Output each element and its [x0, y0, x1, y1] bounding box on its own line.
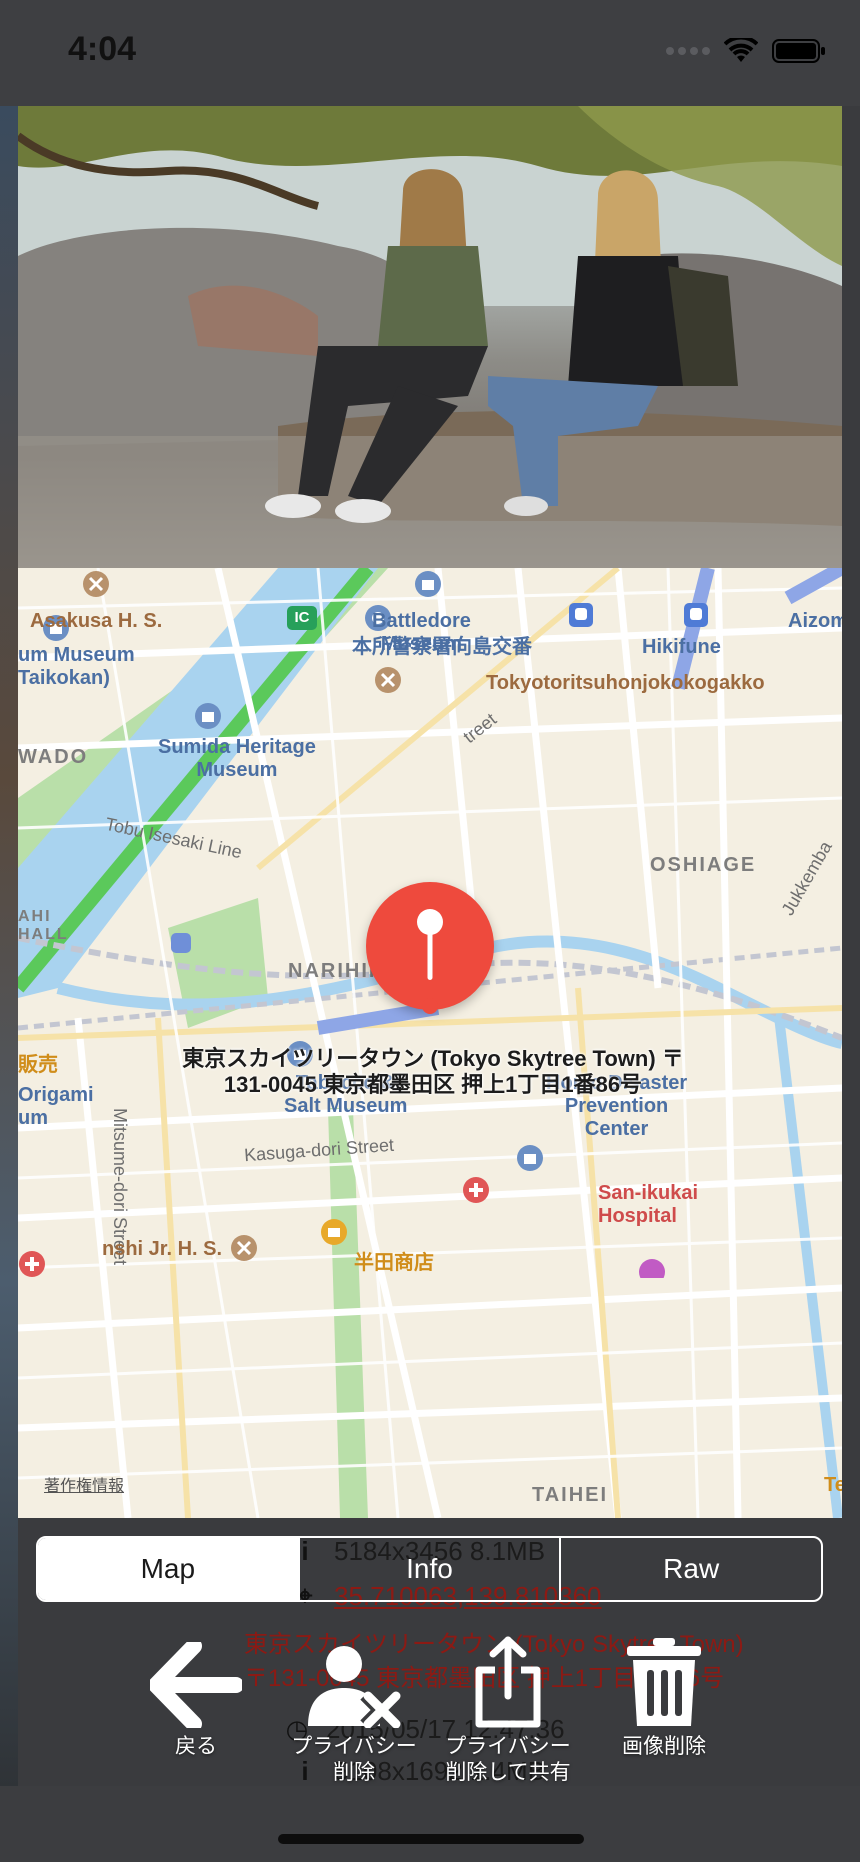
map-label-sanikukai: San-ikukai Hospital — [598, 1182, 699, 1227]
map-label-taihei: TAIHEI — [532, 1484, 609, 1506]
map-label-police: 本所警察署向島交番 — [352, 636, 532, 658]
privacy-share-label: プライバシー 削除して共有 — [445, 1735, 571, 1785]
tab-map[interactable]: Map — [38, 1538, 298, 1600]
privacy-share-button[interactable]: プライバシー 削除して共有 — [438, 1634, 578, 1787]
share-icon — [475, 1636, 541, 1728]
tab-raw[interactable]: Raw — [559, 1538, 821, 1600]
museum-marker-icon — [517, 1145, 543, 1171]
location-pin-tail — [422, 998, 438, 1014]
delete-image-label: 画像削除 — [622, 1735, 706, 1758]
map-label-handa: 半田商店 — [354, 1252, 434, 1274]
map-label-school: Tokyotoritsuhonjokokogakko — [486, 672, 765, 694]
photo-preview — [18, 106, 842, 568]
museum-marker-icon — [415, 571, 441, 597]
school-marker-icon — [375, 667, 401, 693]
back-button[interactable]: 戻る — [126, 1634, 266, 1760]
battery-icon — [772, 39, 825, 63]
trash-icon — [627, 1638, 701, 1726]
photo-image — [18, 106, 842, 568]
school-marker-icon — [83, 571, 109, 597]
home-indicator-area — [0, 1786, 860, 1862]
map-label-oshiage: OSHIAGE — [650, 854, 757, 876]
shop-marker-icon — [321, 1219, 347, 1245]
station-marker-icon — [569, 603, 593, 627]
privacy-delete-button[interactable]: プライバシー 削除 — [284, 1634, 424, 1787]
station-marker-icon — [171, 933, 191, 953]
map-base — [18, 568, 842, 1518]
map-label-kinshi: nshi Jr. H. S. — [102, 1238, 223, 1260]
home-indicator[interactable] — [278, 1834, 584, 1844]
map-label-te: Te — [824, 1474, 842, 1496]
background-thumbnails — [0, 106, 18, 1786]
privacy-delete-label: プライバシー 削除 — [291, 1735, 417, 1785]
map-label-origami: Origami um — [18, 1084, 94, 1129]
poi-marker-icon — [639, 1259, 665, 1278]
ic-highway-marker: IC — [287, 606, 317, 630]
status-time: 4:04 — [68, 30, 137, 68]
map-label-taikokan: um Museum Taikokan) — [18, 644, 135, 689]
map-label-asakusa: Asakusa H. S. — [30, 610, 163, 632]
cellular-signal-icon — [666, 47, 710, 55]
back-label: 戻る — [175, 1735, 217, 1758]
hospital-marker-icon — [463, 1177, 489, 1203]
view-mode-segmented-control[interactable]: Map Info Raw — [36, 1536, 823, 1602]
map-view[interactable]: IC Asakusa H. S. Battledore Museum Hikif… — [18, 568, 842, 1518]
map-label-hanbai: 販売 — [18, 1054, 58, 1076]
status-bar: 4:04 — [0, 0, 860, 106]
map-label-sumida: Sumida Heritage Museum — [158, 736, 316, 781]
map-label-aizom: Aizom — [788, 610, 842, 632]
station-marker-icon — [684, 603, 708, 627]
pin-address-label: 東京スカイツリータウン (Tokyo Skytree Town) 〒131-00… — [182, 1046, 684, 1097]
delete-image-button[interactable]: 画像削除 — [594, 1634, 734, 1760]
hospital-marker-icon — [19, 1251, 45, 1277]
legal-link[interactable]: 著作権情報 — [44, 1472, 124, 1496]
user-remove-icon — [308, 1646, 404, 1728]
map-pin-icon — [417, 909, 443, 980]
school-marker-icon — [231, 1235, 257, 1261]
museum-marker-icon — [195, 703, 221, 729]
location-pin[interactable] — [366, 882, 494, 1010]
arrow-left-icon — [150, 1642, 242, 1728]
map-label-ahi: AHI HALL — [18, 908, 69, 944]
map-label-wado: WADO — [18, 746, 89, 768]
wifi-icon — [724, 38, 758, 62]
map-label-hikifune: Hikifune — [642, 636, 721, 658]
status-icons — [666, 38, 826, 64]
tab-info[interactable]: Info — [297, 1538, 560, 1600]
